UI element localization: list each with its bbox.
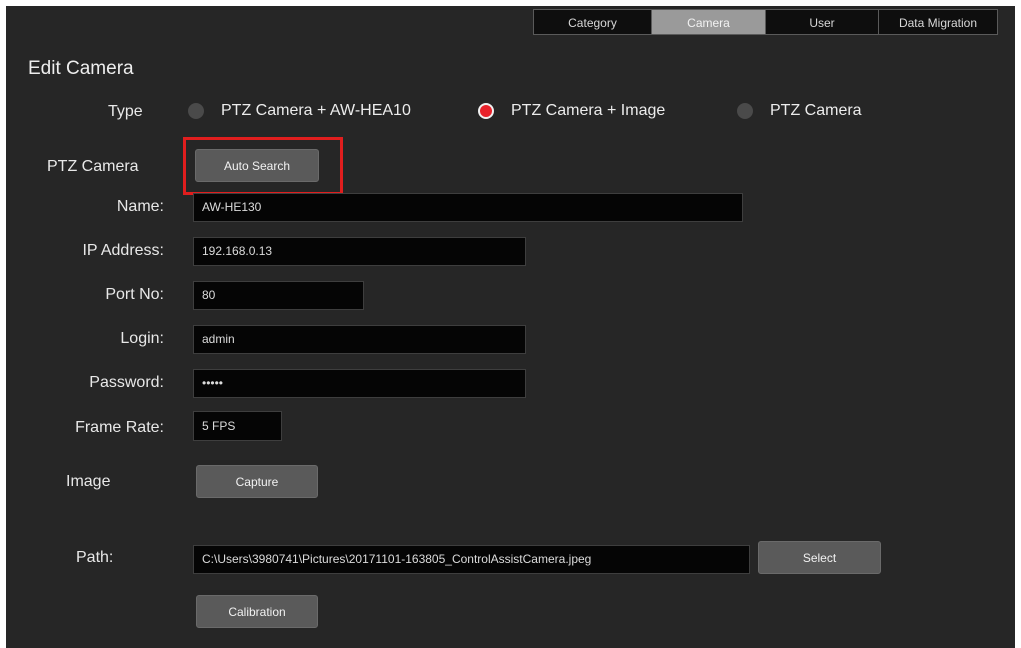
path-field[interactable]: C:\Users\3980741\Pictures\20171101-16380… [193, 545, 750, 574]
calibration-button[interactable]: Calibration [196, 595, 318, 628]
capture-button[interactable]: Capture [196, 465, 318, 498]
edit-camera-panel: Category Camera User Data Migration Edit… [6, 6, 1015, 648]
tab-category[interactable]: Category [533, 9, 652, 35]
login-field[interactable]: admin [193, 325, 526, 354]
image-label: Image [66, 473, 111, 490]
name-field[interactable]: AW-HE130 [193, 193, 743, 222]
type-label: Type [108, 103, 143, 120]
ip-address-field[interactable]: 192.168.0.13 [193, 237, 526, 266]
radio-label: PTZ Camera [770, 102, 862, 119]
auto-search-button[interactable]: Auto Search [195, 149, 319, 182]
ptz-camera-label: PTZ Camera [47, 158, 139, 175]
radio-ptz-aw-hea10[interactable]: PTZ Camera + AW-HEA10 [188, 102, 411, 120]
page-title: Edit Camera [28, 58, 134, 79]
port-field[interactable]: 80 [193, 281, 364, 310]
radio-ptz-camera[interactable]: PTZ Camera [737, 102, 862, 120]
radio-unselected-icon [188, 103, 204, 119]
port-label: Port No: [105, 286, 164, 303]
tab-bar: Category Camera User Data Migration [533, 9, 998, 35]
radio-ptz-image[interactable]: PTZ Camera + Image [478, 102, 665, 120]
password-field[interactable]: ••••• [193, 369, 526, 398]
radio-unselected-icon [737, 103, 753, 119]
frame-rate-label: Frame Rate: [75, 419, 164, 436]
tab-data-migration[interactable]: Data Migration [878, 9, 998, 35]
tab-camera[interactable]: Camera [651, 9, 766, 35]
radio-label: PTZ Camera + AW-HEA10 [221, 102, 411, 119]
path-label: Path: [76, 549, 114, 566]
name-label: Name: [116, 198, 164, 215]
frame-rate-field[interactable]: 5 FPS [193, 411, 282, 441]
tab-user[interactable]: User [765, 9, 879, 35]
radio-selected-icon [478, 103, 494, 119]
select-button[interactable]: Select [758, 541, 881, 574]
login-label: Login: [120, 330, 164, 347]
radio-label: PTZ Camera + Image [511, 102, 666, 119]
password-label: Password: [89, 374, 164, 391]
ip-address-label: IP Address: [82, 242, 164, 259]
